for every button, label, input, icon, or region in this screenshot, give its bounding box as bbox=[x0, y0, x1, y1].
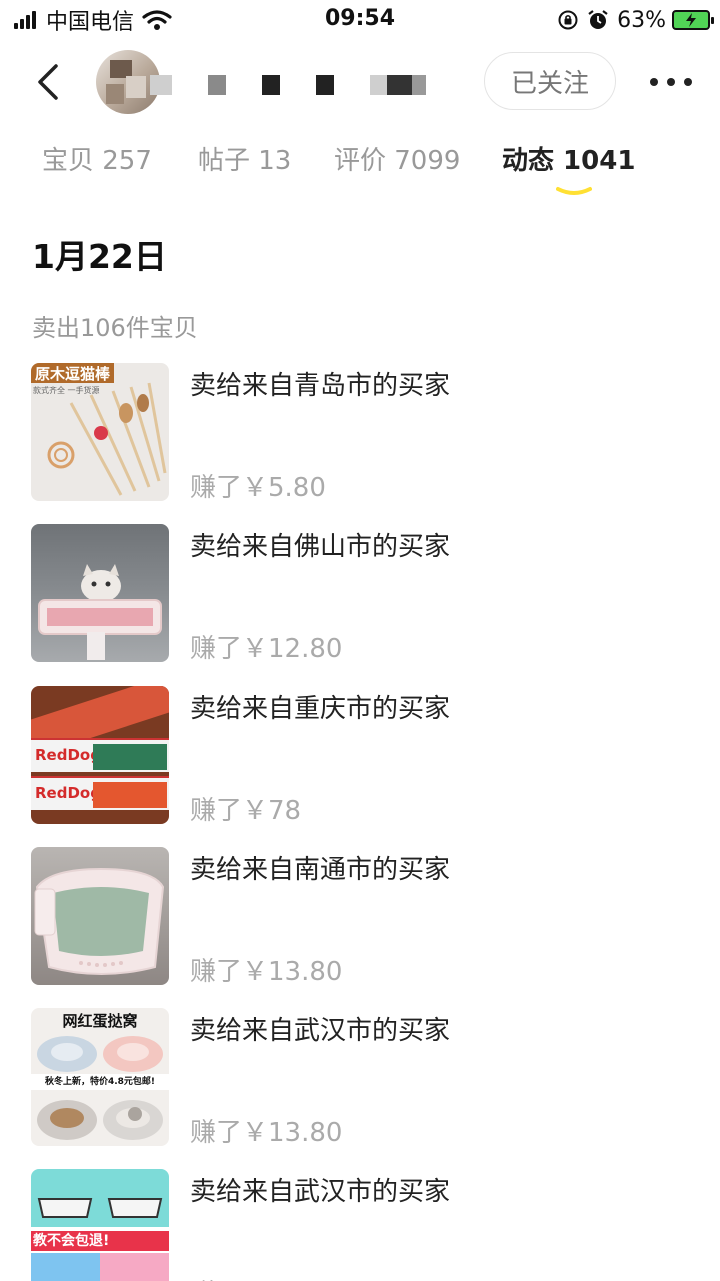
list-item[interactable]: 卖给来自南通市的买家 赚了￥13.80 bbox=[0, 847, 720, 987]
thumb-banner: 教不会包退! bbox=[31, 1231, 169, 1251]
lint-roller-illustration bbox=[38, 564, 162, 660]
item-title: 卖给来自南通市的买家 bbox=[190, 855, 451, 885]
item-title: 卖给来自重庆市的买家 bbox=[190, 694, 451, 724]
username-redacted bbox=[150, 74, 462, 96]
item-earnings: 赚了￥23.80 bbox=[190, 1273, 342, 1281]
item-earnings: 赚了￥5.80 bbox=[190, 473, 326, 503]
item-earnings: 赚了￥78 bbox=[190, 796, 302, 826]
item-title: 卖给来自武汉市的买家 bbox=[190, 1177, 451, 1207]
item-title: 卖给来自佛山市的买家 bbox=[190, 532, 451, 562]
active-tab-indicator bbox=[556, 187, 592, 195]
tab-posts[interactable]: 帖子 13 bbox=[198, 140, 291, 184]
item-earnings: 赚了￥12.80 bbox=[190, 634, 343, 664]
list-item[interactable]: 原木逗猫棒 款式齐全 一手货源 卖给来自青岛市的买家 赚了￥5.80 bbox=[0, 363, 720, 503]
list-item[interactable]: 卖给来自佛山市的买家 赚了￥12.80 bbox=[0, 524, 720, 664]
date-heading: 1月22日 bbox=[32, 237, 167, 276]
litter-tray-illustration bbox=[37, 1198, 163, 1218]
product-thumbnail: RedDog RedDog bbox=[31, 686, 169, 824]
more-options-button[interactable] bbox=[646, 64, 696, 100]
item-title: 卖给来自武汉市的买家 bbox=[190, 1016, 451, 1046]
thumb-subcaption: 秋冬上新，特价4.8元包邮! bbox=[31, 1074, 169, 1090]
profile-header: 已关注 bbox=[0, 44, 720, 124]
list-item[interactable]: 教不会包退! 卖给来自武汉市的买家 赚了￥23.80 bbox=[0, 1169, 720, 1281]
wand-illustration bbox=[47, 382, 167, 496]
tab-bar: 宝贝 257 帖子 13 评价 7099 动态 1041 bbox=[0, 140, 720, 200]
more-dot-icon bbox=[667, 78, 675, 86]
orientation-lock-icon bbox=[558, 10, 578, 30]
more-dot-icon bbox=[650, 78, 658, 86]
alarm-icon bbox=[588, 10, 608, 29]
item-earnings: 赚了￥13.80 bbox=[190, 957, 343, 987]
tab-activity[interactable]: 动态 1041 bbox=[502, 140, 635, 184]
tab-reviews[interactable]: 评价 7099 bbox=[334, 140, 460, 184]
product-thumbnail bbox=[31, 524, 169, 662]
thumb-brand: RedDog bbox=[35, 746, 101, 764]
chevron-left-icon bbox=[38, 64, 58, 100]
following-button[interactable]: 已关注 bbox=[484, 52, 616, 110]
tab-items[interactable]: 宝贝 257 bbox=[42, 140, 152, 184]
product-thumbnail bbox=[31, 847, 169, 985]
status-bar: 中国电信 09:54 63% bbox=[0, 0, 720, 40]
battery-percent: 63% bbox=[617, 7, 666, 33]
litter-box-illustration bbox=[34, 867, 165, 975]
item-title: 卖给来自青岛市的买家 bbox=[190, 371, 451, 401]
battery-icon bbox=[672, 10, 714, 30]
list-item[interactable]: 网红蛋挞窝 秋冬上新，特价4.8元包邮! 卖给来自武汉市的买家 赚了￥13.80 bbox=[0, 1008, 720, 1148]
product-thumbnail: 教不会包退! bbox=[31, 1169, 169, 1281]
list-item[interactable]: RedDog RedDog 卖给来自重庆市的买家 赚了￥78 bbox=[0, 686, 720, 826]
back-button[interactable] bbox=[28, 58, 68, 106]
more-dot-icon bbox=[684, 78, 692, 86]
sold-summary: 卖出106件宝贝 bbox=[32, 314, 198, 342]
product-thumbnail: 原木逗猫棒 款式齐全 一手货源 bbox=[31, 363, 169, 501]
status-right: 63% bbox=[557, 6, 714, 34]
thumb-brand: RedDog bbox=[35, 784, 101, 802]
item-earnings: 赚了￥13.80 bbox=[190, 1118, 343, 1148]
screen: 中国电信 09:54 63% 已关注 宝贝 257 帖子 13 评价 7099 … bbox=[0, 0, 720, 1281]
product-thumbnail: 网红蛋挞窝 秋冬上新，特价4.8元包邮! bbox=[31, 1008, 169, 1146]
